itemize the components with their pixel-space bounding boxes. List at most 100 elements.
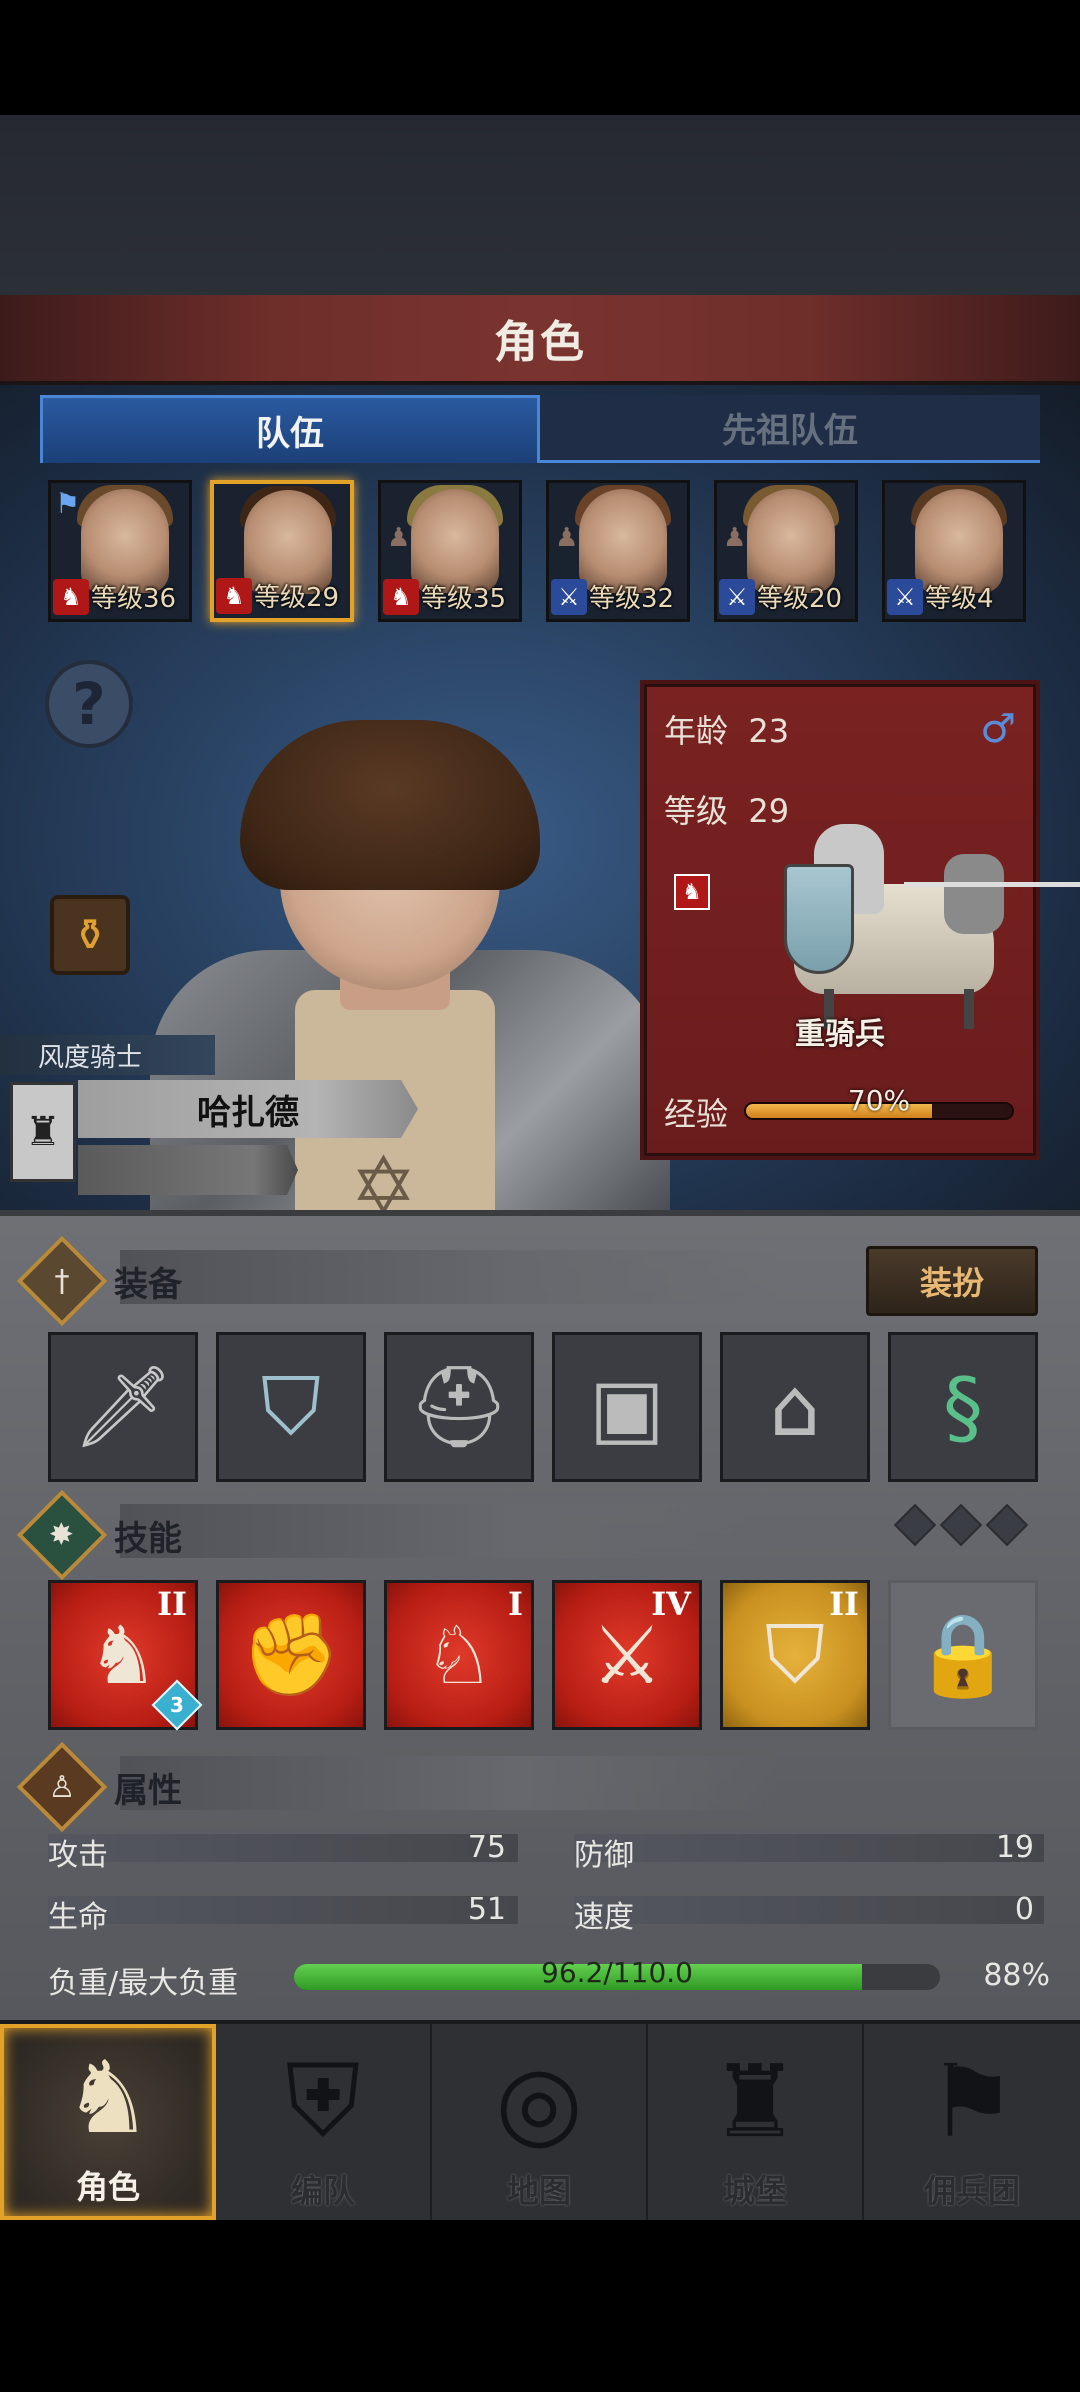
equip-slot-helmet[interactable]: ⛑ bbox=[384, 1332, 534, 1482]
dumbbell-horse-icon: ♘ bbox=[423, 1608, 495, 1702]
skill-slot[interactable]: ⛉ II bbox=[720, 1580, 870, 1730]
age-value: 23 bbox=[748, 712, 790, 750]
skills-header: ✸ 技能 bbox=[16, 1489, 182, 1581]
dumbbell-hand-icon: ✊ bbox=[241, 1608, 341, 1701]
section-bar bbox=[120, 1250, 780, 1304]
equip-slot-accessory[interactable]: § bbox=[888, 1332, 1038, 1482]
skill-slot[interactable]: ♞ II 3 bbox=[48, 1580, 203, 1731]
party-member[interactable]: ♟ ♞ 等级35 bbox=[378, 480, 522, 622]
party-member[interactable]: ⚔ 等级4 bbox=[882, 480, 1026, 622]
nav-castle[interactable]: ♜ 城堡 bbox=[648, 2024, 864, 2220]
top-backdrop bbox=[0, 115, 1080, 295]
skill-count-badge: 3 bbox=[151, 1679, 203, 1731]
cavalry-icon: ♞ bbox=[383, 579, 419, 615]
member-level: 等级29 bbox=[254, 583, 340, 613]
nav-map[interactable]: ◎ 地图 bbox=[432, 2024, 648, 2220]
defense-label: 防御 bbox=[574, 1838, 634, 1873]
sword-icon: ⚔ bbox=[551, 579, 587, 615]
title-bar: 角色 bbox=[0, 295, 1080, 385]
nav-label: 地图 bbox=[506, 2172, 571, 2210]
equip-slot-armor[interactable]: ▣ bbox=[552, 1332, 702, 1482]
equip-slot-boots[interactable]: ⌂ bbox=[720, 1332, 870, 1482]
section-bar bbox=[120, 1756, 780, 1810]
load-label: 负重/最大负重 bbox=[48, 1966, 239, 2001]
party-member-selected[interactable]: ♞ 等级29 bbox=[210, 480, 354, 622]
helmet-icon: ⛑ bbox=[408, 1360, 510, 1453]
nav-label: 佣兵团 bbox=[923, 2172, 1020, 2210]
member-level: 等级20 bbox=[757, 584, 843, 614]
star-icon: ✸ bbox=[49, 1517, 75, 1553]
party-member[interactable]: ♟ ⚔ 等级32 bbox=[546, 480, 690, 622]
equipment-title: 装备 bbox=[114, 1264, 182, 1305]
skill-rank: I bbox=[508, 1585, 523, 1623]
nav-label: 城堡 bbox=[722, 2172, 787, 2210]
spear-icon: 🗡 bbox=[72, 1360, 174, 1453]
hero-info-card: 年龄 23 ♂ 等级 29 ♞ 重骑兵 经验 70% bbox=[640, 680, 1080, 1160]
member-level: 等级36 bbox=[91, 584, 177, 614]
attack-label: 攻击 bbox=[48, 1838, 108, 1873]
cavalry-icon: ♞ bbox=[216, 578, 252, 614]
speed-value: 0 bbox=[1014, 1892, 1034, 1927]
sword-icon: ⚔ bbox=[887, 579, 923, 615]
potion-icon: ⚱ bbox=[71, 909, 109, 961]
hero-name[interactable]: 哈扎德 bbox=[78, 1080, 418, 1138]
attributes-title: 属性 bbox=[114, 1770, 182, 1811]
cavalry-sword-icon: ♞ bbox=[87, 1608, 159, 1702]
compass-map-icon: ◎ bbox=[495, 2043, 583, 2160]
dress-up-button[interactable]: 装扮 bbox=[866, 1246, 1038, 1316]
person-icon: ♙ bbox=[48, 1769, 76, 1805]
attack-value: 75 bbox=[467, 1830, 506, 1865]
skill-slot-dot bbox=[893, 1503, 937, 1547]
exp-label: 经验 bbox=[664, 1095, 729, 1133]
chest-armor-icon: ▣ bbox=[589, 1360, 665, 1454]
unit-type-name: 重骑兵 bbox=[795, 1017, 885, 1052]
load-percent: 88% bbox=[983, 1958, 1050, 1993]
nav-label: 角色 bbox=[75, 2168, 140, 2206]
party-member[interactable]: ⚑ ♞ 等级36 bbox=[48, 480, 192, 622]
cavalry-icon: ♞ bbox=[53, 579, 89, 615]
formation-icon: ⛨ bbox=[285, 2042, 361, 2159]
status-bar-area bbox=[0, 0, 1080, 115]
horse-head bbox=[944, 854, 1004, 934]
skill-slot-locked[interactable]: 🔒 bbox=[888, 1580, 1038, 1730]
cavalry-icon: ♞ bbox=[674, 874, 710, 910]
equipment-header: † 装备 bbox=[16, 1235, 182, 1327]
skill-slot[interactable]: ✊ bbox=[216, 1580, 366, 1730]
member-level: 等级32 bbox=[589, 584, 675, 614]
skill-slot-dot bbox=[939, 1503, 983, 1547]
speed-label: 速度 bbox=[574, 1900, 634, 1935]
skill-slot[interactable]: ⚔ IV bbox=[552, 1580, 702, 1730]
nav-mercenary[interactable]: ⚑ 佣兵团 bbox=[864, 2024, 1080, 2220]
skill-slot[interactable]: ♘ I bbox=[384, 1580, 534, 1730]
equip-slot-shield[interactable]: ⛉ bbox=[216, 1332, 366, 1482]
exp-percent: 70% bbox=[847, 1084, 911, 1117]
hero-class-title: 风度骑士 bbox=[0, 1035, 215, 1075]
bottom-nav: ♞ 角色 ⛨ 编队 ◎ 地图 ♜ 城堡 ⚑ 佣兵团 bbox=[0, 2020, 1080, 2220]
castle-icon: ♜ bbox=[710, 2043, 800, 2160]
party-member[interactable]: ♟ ⚔ 等级20 bbox=[714, 480, 858, 622]
tab-ancestor-team[interactable]: 先祖队伍 bbox=[540, 395, 1040, 463]
equip-slot-weapon[interactable]: 🗡 bbox=[48, 1332, 198, 1482]
sword-icon: ⚔ bbox=[719, 579, 755, 615]
lance bbox=[904, 882, 1080, 887]
soldier-silhouette-icon: ♟ bbox=[723, 523, 747, 553]
heavy-cavalry-figure bbox=[754, 824, 1080, 1029]
question-mark-icon: ? bbox=[72, 670, 106, 738]
nav-formation[interactable]: ⛨ 编队 bbox=[216, 2024, 432, 2220]
jade-amulet-icon: § bbox=[943, 1360, 983, 1454]
name-plate-underline bbox=[78, 1145, 298, 1195]
nav-character[interactable]: ♞ 角色 bbox=[0, 2024, 216, 2220]
level-label: 等级 bbox=[664, 792, 729, 830]
knight-banner-icon[interactable]: ♜ bbox=[10, 1082, 76, 1182]
skills-emblem: ✸ bbox=[16, 1489, 108, 1581]
tab-team[interactable]: 队伍 bbox=[40, 395, 540, 463]
skill-count: 3 bbox=[170, 1692, 184, 1717]
knight-icon: ♞ bbox=[63, 2039, 153, 2156]
age-row: 年龄 23 bbox=[664, 706, 789, 752]
member-level: 等级4 bbox=[925, 584, 994, 614]
leader-flag-icon: ⚑ bbox=[55, 487, 81, 520]
skill-slot-dot bbox=[985, 1503, 1029, 1547]
bottom-black-bar bbox=[0, 2220, 1080, 2392]
soldier-silhouette-icon: ♟ bbox=[555, 523, 579, 553]
hp-label: 生命 bbox=[48, 1900, 108, 1935]
